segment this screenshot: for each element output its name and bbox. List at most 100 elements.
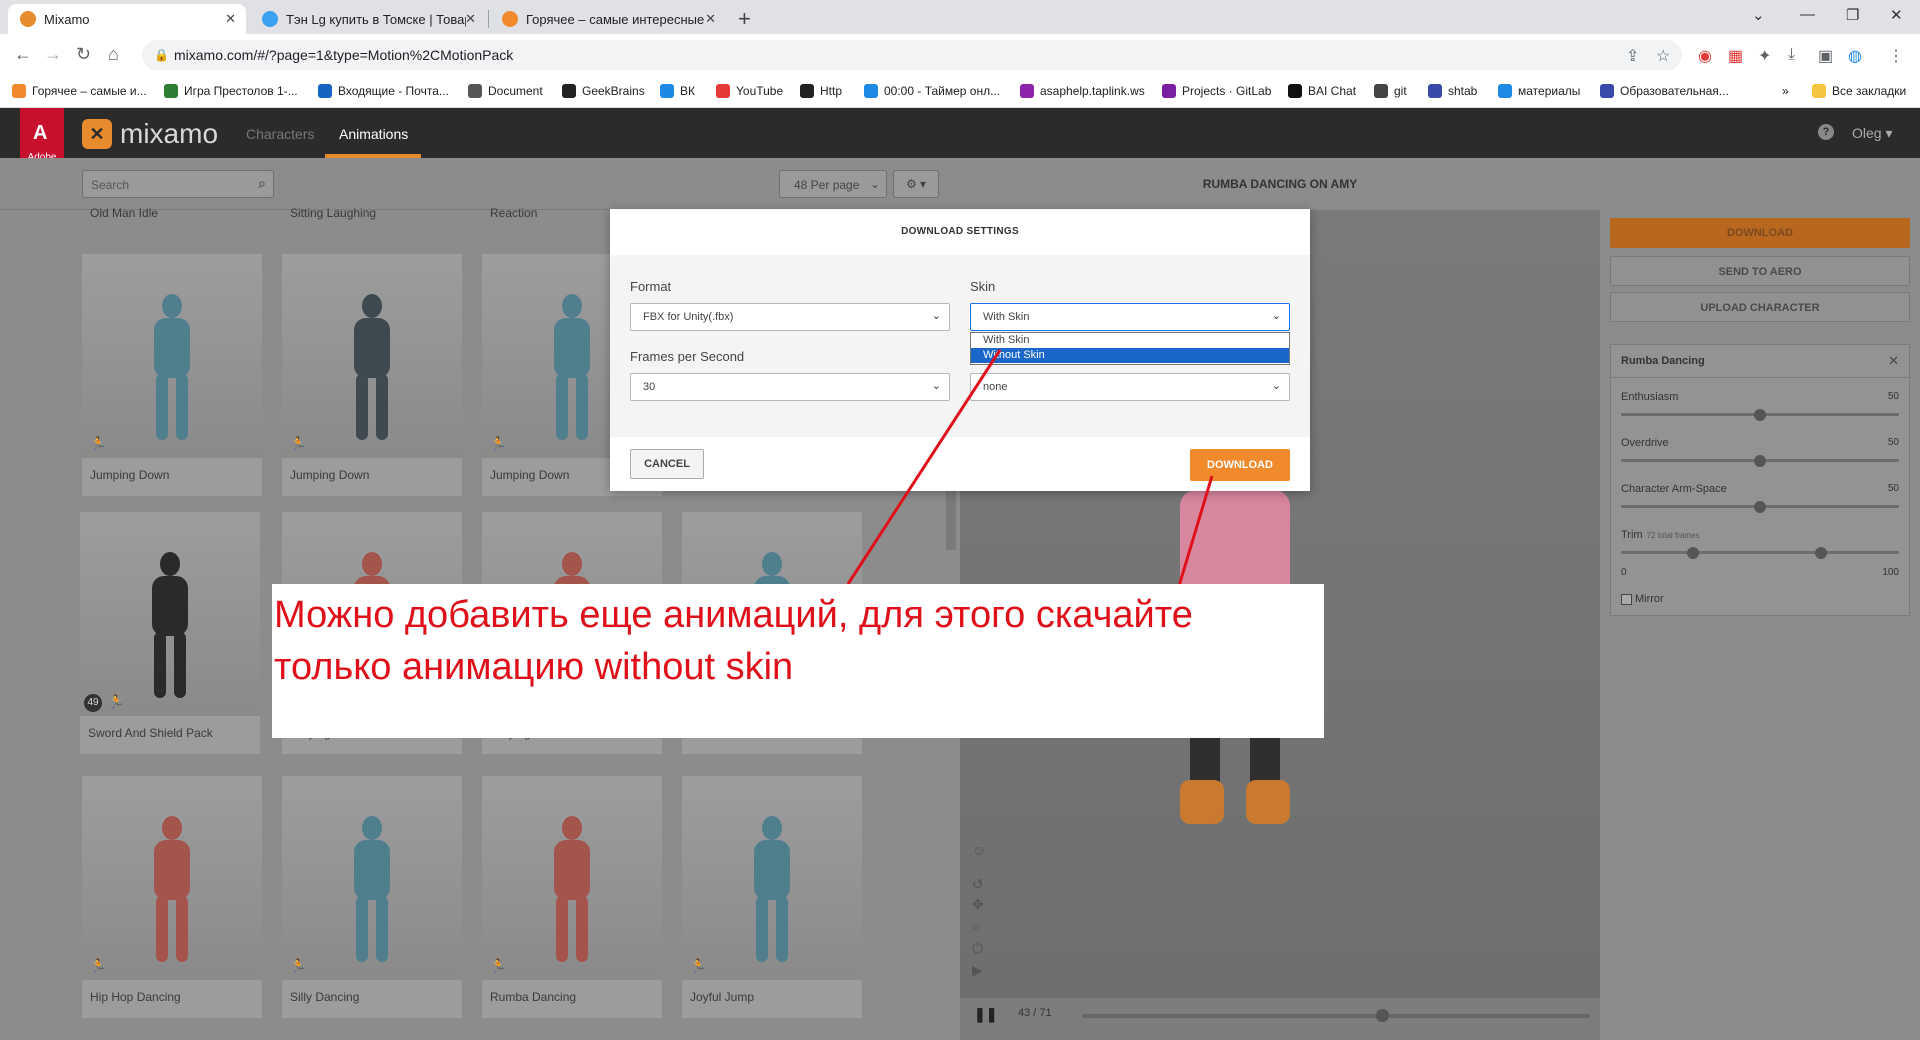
bookmark-item[interactable]: Projects · GitLab: [1162, 84, 1271, 98]
move-icon[interactable]: ✥: [972, 896, 984, 913]
trim-end-handle[interactable]: [1815, 547, 1828, 559]
character-figure: [542, 816, 602, 966]
tab-lg[interactable]: Тэн Lg купить в Томске | Товар ✕: [250, 4, 486, 34]
timeline-track[interactable]: [1082, 1014, 1590, 1018]
trim-start-handle[interactable]: [1687, 547, 1700, 559]
back-icon[interactable]: ←: [14, 44, 32, 65]
search-icon[interactable]: ⌕: [258, 175, 266, 192]
rotate-icon[interactable]: ↺: [972, 876, 984, 893]
user-menu[interactable]: Oleg ▾: [1852, 125, 1893, 142]
trim-track[interactable]: [1621, 551, 1899, 554]
bookmark-item[interactable]: ВК: [660, 84, 695, 98]
per-page-select[interactable]: 48 Per page ⌄: [779, 170, 887, 198]
bookmark-item[interactable]: Образовательная...: [1600, 84, 1729, 98]
forward-icon[interactable]: →: [44, 44, 62, 65]
bookmark-item[interactable]: BAI Chat: [1288, 84, 1356, 98]
character-figure: [342, 294, 402, 444]
slider-handle[interactable]: [1754, 409, 1766, 421]
new-tab-icon[interactable]: +: [738, 6, 751, 32]
card-label: Joyful Jump: [690, 990, 755, 1004]
keyframe-reduction-select[interactable]: none ⌄: [970, 373, 1290, 401]
close-icon[interactable]: ✕: [1888, 353, 1899, 369]
opera-icon[interactable]: ◉: [1698, 46, 1712, 66]
bookmark-item[interactable]: 00:00 - Таймер онл...: [864, 84, 1000, 98]
puzzle-icon[interactable]: ✦: [1758, 46, 1771, 66]
mirror-checkbox[interactable]: Mirror: [1621, 593, 1664, 605]
cancel-button[interactable]: CANCEL: [630, 449, 704, 479]
slider-handle[interactable]: [1754, 455, 1766, 467]
bookmark-item[interactable]: git: [1374, 84, 1407, 98]
skin-option-with-skin[interactable]: With Skin: [971, 333, 1289, 348]
card-label: Jumping Down: [490, 468, 570, 482]
bookmark-item[interactable]: Http: [800, 84, 842, 98]
bookmark-item[interactable]: shtab: [1428, 84, 1477, 98]
download-button[interactable]: DOWNLOAD: [1610, 218, 1910, 248]
timeline-handle[interactable]: [1375, 1009, 1389, 1022]
animation-card[interactable]: 🏃 Joyful Jump: [682, 776, 862, 1018]
slider-handle[interactable]: [1754, 501, 1766, 513]
fps-select[interactable]: 30 ⌄: [630, 373, 950, 401]
gear-dropdown[interactable]: ⚙ ▾: [893, 170, 939, 198]
tab-characters[interactable]: Characters: [246, 126, 314, 142]
power-icon[interactable]: ⏻: [972, 940, 983, 957]
all-bookmarks[interactable]: Все закладки: [1812, 84, 1906, 98]
upload-character-button[interactable]: UPLOAD CHARACTER: [1610, 292, 1910, 322]
home-icon[interactable]: ⌂: [108, 44, 119, 65]
pause-button[interactable]: ❚❚: [974, 1006, 997, 1023]
bookmark-item[interactable]: GeekBrains: [562, 84, 645, 98]
bookmarks-overflow[interactable]: »: [1782, 84, 1789, 98]
maximize-icon[interactable]: ❐: [1846, 6, 1859, 24]
star-icon[interactable]: ☆: [1656, 46, 1670, 66]
tab-mixamo[interactable]: Mixamo ✕: [8, 4, 246, 34]
bookmark-item[interactable]: материалы: [1498, 84, 1580, 98]
tab-pikabu[interactable]: Горячее – самые интересные и ✕: [490, 4, 726, 34]
profile-icon[interactable]: ◍: [1848, 46, 1862, 66]
address-bar-row: ← → ↻ ⌂ 🔒 mixamo.com/#/?page=1&type=Moti…: [0, 34, 1920, 76]
animation-card[interactable]: 🏃 Rumba Dancing: [482, 776, 662, 1018]
camera-icon[interactable]: ▶: [972, 962, 983, 979]
send-to-aero-button[interactable]: SEND TO AERO: [1610, 256, 1910, 286]
sidepanel-icon[interactable]: ▣: [1818, 46, 1833, 66]
search-input[interactable]: Search ⌕: [82, 170, 274, 198]
modal-download-button[interactable]: DOWNLOAD: [1190, 449, 1290, 481]
minimize-icon[interactable]: —: [1800, 6, 1815, 23]
download-icon[interactable]: ⤓: [1788, 46, 1795, 64]
animation-card[interactable]: 🏃 Hip Hop Dancing: [82, 776, 262, 1018]
tab-animations[interactable]: Animations: [339, 126, 408, 142]
close-tab-icon[interactable]: ✕: [705, 11, 716, 27]
animation-card[interactable]: 49 🏃 Sword And Shield Pack: [80, 512, 260, 754]
help-icon[interactable]: ?: [1818, 124, 1834, 140]
bookmark-item[interactable]: Входящие - Почта...: [318, 84, 449, 98]
animation-card[interactable]: 🏃 Jumping Down: [82, 254, 262, 496]
skin-option-without-skin[interactable]: Without Skin: [971, 348, 1289, 363]
zoom-icon[interactable]: ⌕: [972, 918, 980, 935]
bookmark-item[interactable]: Горячее – самые и...: [12, 84, 147, 98]
close-window-icon[interactable]: ✕: [1890, 6, 1903, 24]
menu-icon[interactable]: ⋮: [1888, 46, 1904, 66]
close-tab-icon[interactable]: ✕: [225, 11, 236, 27]
face-icon[interactable]: ☺: [972, 842, 986, 858]
close-tab-icon[interactable]: ✕: [465, 11, 476, 27]
url-input[interactable]: 🔒 mixamo.com/#/?page=1&type=Motion%2CMot…: [142, 40, 1682, 70]
share-icon[interactable]: ⇪: [1626, 46, 1639, 66]
bookmark-item[interactable]: YouTube: [716, 84, 783, 98]
lock-icon: 🔒: [154, 48, 169, 62]
bookmark-item[interactable]: Document: [468, 84, 543, 98]
extension-icon[interactable]: ▦: [1728, 46, 1743, 66]
format-select[interactable]: FBX for Unity(.fbx) ⌄: [630, 303, 950, 331]
bookmark-item[interactable]: asaphelp.taplink.ws: [1020, 84, 1145, 98]
mixamo-logo[interactable]: ✕ mixamo: [82, 118, 218, 150]
character-figure: [342, 816, 402, 966]
animation-thumbnail: [282, 254, 462, 458]
tab-search-icon[interactable]: ⌄: [1752, 6, 1765, 24]
bookmark-favicon-icon: [468, 84, 482, 98]
card-label: Sitting Laughing: [290, 206, 377, 220]
animation-card[interactable]: 🏃 Jumping Down: [282, 254, 462, 496]
motion-icon: 🏃: [490, 958, 507, 973]
bookmark-item[interactable]: Игра Престолов 1-...: [164, 84, 298, 98]
reload-icon[interactable]: ↻: [76, 44, 91, 65]
bookmark-label: Горячее – самые и...: [32, 84, 147, 98]
animation-card[interactable]: 🏃 Silly Dancing: [282, 776, 462, 1018]
slider-value: 50: [1887, 437, 1899, 448]
skin-select[interactable]: With Skin ⌄: [970, 303, 1290, 331]
